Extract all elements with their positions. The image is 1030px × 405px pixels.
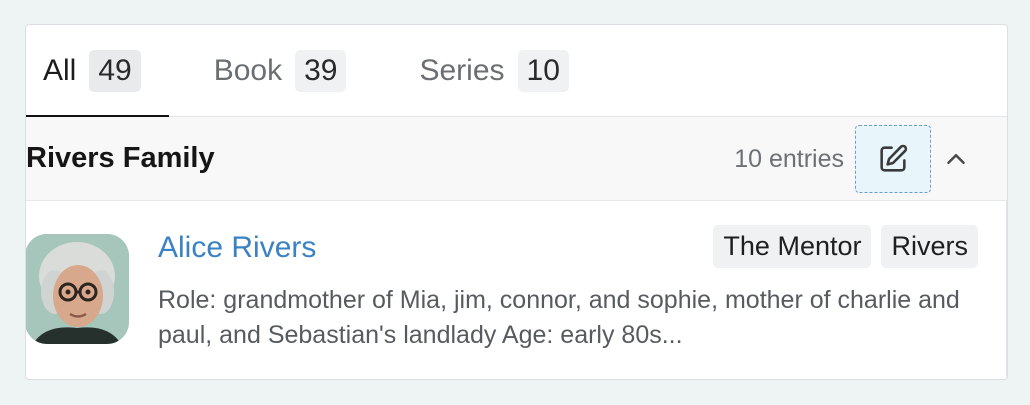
edit-group-button[interactable] [855,125,931,193]
list-item: Alice Rivers The Mentor Rivers Role: gra… [26,201,1007,379]
chevron-up-icon [947,154,965,164]
tag-badge: The Mentor [713,225,872,268]
tab-count-badge: 10 [517,49,569,92]
tab-series[interactable]: Series 10 [419,25,569,117]
group-header: Rivers Family 10 entries [26,117,1007,201]
tab-label: All [43,53,77,87]
entry-tags: The Mentor Rivers [703,225,978,268]
entry-description: Role: grandmother of Mia, jim, connor, a… [158,286,960,349]
group-title: Rivers Family [26,142,215,174]
tab-all[interactable]: All 49 [26,25,169,118]
group-actions: 10 entries [734,117,981,201]
tag-badge: Rivers [881,225,978,268]
entries-panel: All 49 Book 39 Series 10 Rivers Family 1… [25,24,1008,380]
tab-label: Book [213,53,283,87]
entry-name-link[interactable]: Alice Rivers [158,231,316,265]
tab-label: Series [419,53,505,87]
tab-count-badge: 39 [295,49,347,92]
tab-count-badge: 49 [89,49,141,92]
avatar-portrait-icon [26,234,129,344]
tab-book[interactable]: Book 39 [214,25,347,117]
collapse-group-button[interactable] [931,125,981,193]
tab-bar: All 49 Book 39 Series 10 [26,25,1007,118]
edit-pencil-icon [880,144,908,172]
avatar [26,234,129,344]
entries-count: 10 entries [734,144,844,173]
